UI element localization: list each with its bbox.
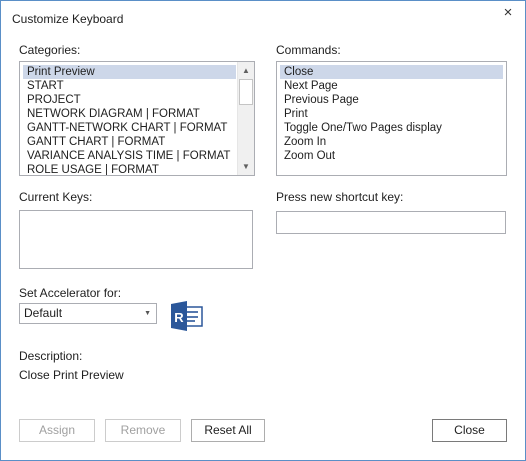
customize-keyboard-dialog: Customize Keyboard × Categories: Print P… <box>0 0 526 461</box>
categories-list[interactable]: Print Preview START PROJECT NETWORK DIAGRAM… <box>19 61 255 176</box>
chevron-down-icon: ▼ <box>144 310 151 317</box>
categories-scrollbar[interactable]: ▲ ▼ <box>237 62 254 175</box>
commands-items: Close Next Page Previous Page Print Toggle O… <box>280 65 503 163</box>
description-label: Description: <box>19 349 83 363</box>
command-item[interactable]: Close <box>280 65 503 79</box>
dialog-title: Customize Keyboard <box>12 12 124 26</box>
command-item[interactable]: Print <box>280 107 503 121</box>
category-item[interactable]: ROLE USAGE | FORMAT <box>23 163 236 175</box>
accelerator-dropdown[interactable]: Default ▼ <box>19 303 157 324</box>
current-keys-label: Current Keys: <box>19 190 93 204</box>
accelerator-label: Set Accelerator for: <box>19 286 122 300</box>
reset-all-button[interactable]: Reset All <box>191 419 265 442</box>
category-item[interactable]: GANTT CHART | FORMAT <box>23 135 236 149</box>
commands-label: Commands: <box>276 43 341 57</box>
category-item[interactable]: START <box>23 79 236 93</box>
command-item[interactable]: Next Page <box>280 79 503 93</box>
command-item[interactable]: Previous Page <box>280 93 503 107</box>
category-item[interactable]: NETWORK DIAGRAM | FORMAT <box>23 107 236 121</box>
svg-text:R: R <box>174 310 184 325</box>
new-shortcut-input[interactable] <box>276 211 506 234</box>
project-app-icon: R <box>171 301 203 331</box>
remove-button[interactable]: Remove <box>105 419 181 442</box>
category-item[interactable]: PROJECT <box>23 93 236 107</box>
category-item[interactable]: VARIANCE ANALYSIS TIME | FORMAT <box>23 149 236 163</box>
scroll-thumb[interactable] <box>239 79 253 105</box>
category-item[interactable]: GANTT-NETWORK CHART | FORMAT <box>23 121 236 135</box>
new-shortcut-label: Press new shortcut key: <box>276 190 404 204</box>
description-text: Close Print Preview <box>19 368 124 382</box>
assign-button[interactable]: Assign <box>19 419 95 442</box>
commands-list[interactable]: Close Next Page Previous Page Print Toggle O… <box>276 61 507 176</box>
accelerator-value: Default <box>24 306 63 320</box>
command-item[interactable]: Toggle One/Two Pages display <box>280 121 503 135</box>
close-button[interactable]: Close <box>432 419 507 442</box>
command-item[interactable]: Zoom Out <box>280 149 503 163</box>
categories-label: Categories: <box>19 43 81 57</box>
scroll-down-icon[interactable]: ▼ <box>238 159 254 174</box>
categories-items: Print Preview START PROJECT NETWORK DIAGRAM… <box>23 65 236 175</box>
close-icon[interactable]: × <box>497 3 519 23</box>
scroll-up-icon[interactable]: ▲ <box>238 63 254 78</box>
category-item[interactable]: Print Preview <box>23 65 236 79</box>
current-keys-list[interactable] <box>19 210 253 269</box>
command-item[interactable]: Zoom In <box>280 135 503 149</box>
